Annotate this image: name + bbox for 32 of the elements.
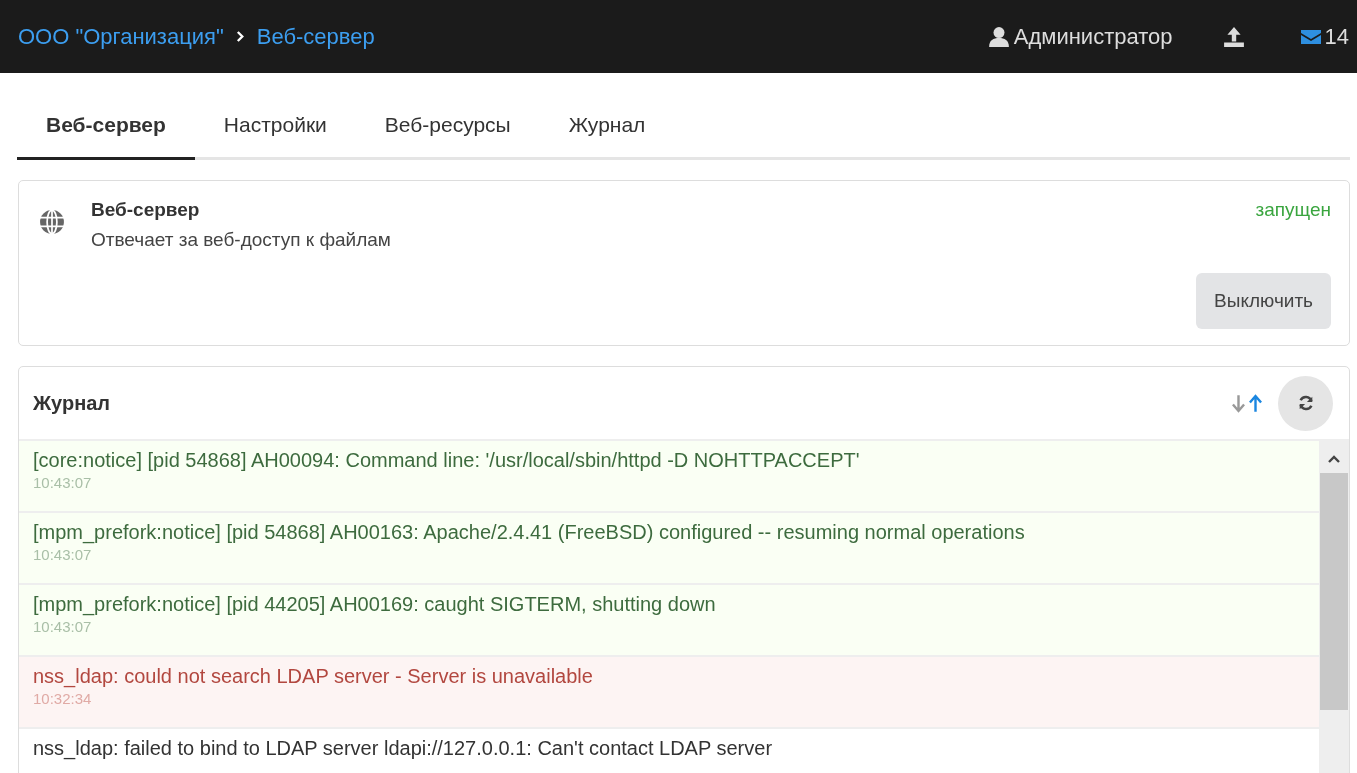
scrollbar-thumb[interactable] [1320, 473, 1348, 710]
log-time: 10:32:34 [33, 690, 93, 707]
service-title: Веб-сервер [91, 199, 201, 221]
chevron-icon [235, 31, 245, 42]
messages-link[interactable]: 14 [1300, 23, 1349, 50]
tab[interactable]: Настройки [194, 95, 356, 160]
tab[interactable]: Веб-ресурсы [355, 95, 540, 160]
log-message: [mpm_prefork:notice] [pid 44205] AH00169: caught SIGTERM, shutting down [33, 593, 717, 616]
disable-button[interactable]: Выключить [1196, 273, 1331, 329]
scrollbar[interactable] [1319, 441, 1349, 773]
tab[interactable]: Журнал [539, 95, 675, 160]
log-time: 10:43:07 [33, 546, 93, 563]
service-status: запущен [1255, 199, 1331, 221]
user-icon [987, 25, 1010, 48]
arrow-down-icon[interactable] [1232, 393, 1245, 413]
arrow-up-icon[interactable] [1249, 393, 1262, 413]
service-description: Отвечает за веб-доступ к файлам [91, 229, 392, 251]
log-message: [core:notice] [pid 54868] AH00094: Command line: '/usr/local/sbin/httpd -D NOHTTPACCEPT' [33, 449, 861, 472]
globe-icon [39, 209, 65, 235]
user-menu[interactable]: Администратор [987, 23, 1173, 50]
log-time: 10:43:07 [33, 474, 93, 491]
caret-up-icon[interactable] [1328, 455, 1340, 463]
log-time: 10:43:07 [33, 618, 93, 635]
log-message: nss_ldap: failed to bind to LDAP server ldapi://127.0.0.1: Can't contact LDAP server [33, 737, 774, 760]
envelope-icon [1300, 29, 1321, 44]
upload-icon[interactable] [1222, 25, 1245, 48]
log-title: Журнал [33, 391, 111, 415]
breadcrumb-link[interactable]: Веб-сервер [256, 23, 375, 50]
log-message: nss_ldap: could not search LDAP server - Server is unavailable [33, 665, 594, 688]
log-message: [mpm_prefork:notice] [pid 54868] AH00163: Apache/2.4.41 (FreeBSD) configured -- resuming normal operations [33, 521, 1026, 544]
breadcrumb-link[interactable]: ООО "Организация" [18, 23, 224, 50]
tab[interactable]: Веб-сервер [17, 95, 195, 160]
